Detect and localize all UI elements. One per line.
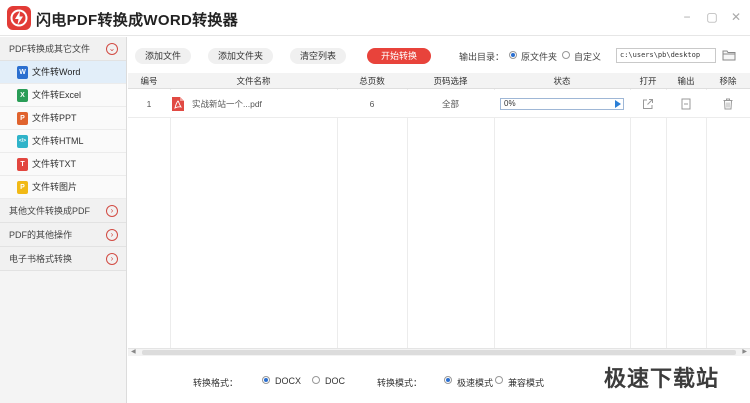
remove-button[interactable] — [706, 90, 750, 118]
sidebar: PDF转换成其它文件 ⌄ W 文件转Word X 文件转Excel P 文件转P… — [0, 37, 127, 403]
horizontal-scrollbar[interactable]: ◀ ▶ — [128, 348, 750, 356]
scrollbar-thumb[interactable] — [142, 350, 736, 355]
sidebar-section-other-to-pdf[interactable]: 其他文件转换成PDF › — [0, 199, 126, 223]
column-divider — [407, 89, 408, 348]
mode-compat-radio[interactable] — [495, 376, 503, 384]
format-doc-radio[interactable] — [312, 376, 320, 384]
maximize-icon[interactable]: ▢ — [705, 10, 719, 24]
title-bar: 闪电PDF转换成WORD转换器 − ▢ ✕ — [0, 0, 750, 36]
sidebar-section-label: 其他文件转换成PDF — [9, 206, 91, 216]
col-remove: 移除 — [719, 76, 737, 86]
sidebar-item-to-word[interactable]: W 文件转Word — [0, 61, 126, 84]
table-row[interactable]: 1 实战新站一个...pdf 6 全部 0% — [128, 90, 750, 118]
image-icon: P — [17, 181, 28, 194]
col-pages: 总页数 — [359, 76, 385, 86]
sidebar-item-to-image[interactable]: P 文件转图片 — [0, 176, 126, 199]
toolbar: 添加文件 添加文件夹 清空列表 开始转换 输出目录： 原文件夹 自定义 c:\u… — [127, 37, 750, 73]
output-button[interactable] — [666, 90, 706, 118]
format-docx-radio[interactable] — [262, 376, 270, 384]
sidebar-item-label: 文件转图片 — [32, 182, 78, 192]
clear-list-button[interactable]: 清空列表 — [290, 48, 347, 64]
col-page-select: 页码选择 — [433, 76, 468, 86]
open-button[interactable] — [630, 90, 666, 118]
mode-fast-radio[interactable] — [444, 376, 452, 384]
chevron-right-icon: › — [106, 205, 118, 217]
txt-icon: T — [17, 158, 28, 171]
format-docx-label: DOCX — [275, 376, 302, 386]
file-table: 编号 文件名称 总页数 页码选择 状态 打开 输出 移除 1 实战新站一个...… — [128, 73, 750, 348]
chevron-right-icon: › — [106, 229, 118, 241]
output-doc-icon — [681, 98, 691, 110]
sidebar-item-to-excel[interactable]: X 文件转Excel — [0, 84, 126, 107]
mode-label: 转换模式： — [377, 378, 423, 388]
col-status: 状态 — [553, 76, 571, 86]
col-output: 输出 — [677, 76, 695, 86]
col-open: 打开 — [639, 76, 657, 86]
minimize-icon[interactable]: − — [680, 10, 694, 24]
sidebar-section-label: PDF的其他操作 — [9, 230, 73, 240]
play-icon[interactable] — [615, 100, 621, 108]
open-external-icon — [643, 99, 653, 109]
sidebar-item-label: 文件转TXT — [32, 159, 76, 169]
mode-fast-label: 极速模式 — [457, 378, 494, 388]
sidebar-item-label: 文件转PPT — [32, 113, 77, 123]
column-divider — [494, 89, 495, 348]
sidebar-item-to-ppt[interactable]: P 文件转PPT — [0, 107, 126, 130]
add-file-button[interactable]: 添加文件 — [135, 48, 192, 64]
output-path-input[interactable]: c:\users\pb\desktop — [616, 48, 716, 63]
trash-icon — [723, 98, 733, 110]
scroll-right-icon[interactable]: ▶ — [742, 349, 747, 356]
mode-compat-label: 兼容模式 — [508, 378, 545, 388]
output-dir-label: 输出目录： — [459, 52, 505, 62]
row-progress-text: 0% — [504, 99, 516, 108]
col-filename: 文件名称 — [236, 76, 271, 86]
col-index: 编号 — [140, 76, 158, 86]
column-divider — [170, 89, 171, 348]
sidebar-section-label: 电子书格式转换 — [9, 254, 73, 264]
sidebar-section-pdf-to-other[interactable]: PDF转换成其它文件 ⌄ — [0, 37, 126, 61]
sidebar-item-to-html[interactable]: </> 文件转HTML — [0, 130, 126, 153]
row-page-select[interactable]: 全部 — [407, 90, 494, 118]
sidebar-item-label: 文件转HTML — [32, 136, 84, 146]
watermark: 极速下载站 — [604, 367, 720, 392]
folder-icon[interactable] — [722, 49, 736, 61]
scroll-left-icon[interactable]: ◀ — [131, 349, 136, 356]
output-custom-label: 自定义 — [574, 52, 602, 62]
chevron-down-icon: ⌄ — [106, 43, 118, 55]
column-divider — [630, 89, 631, 348]
column-divider — [337, 89, 338, 348]
excel-icon: X — [17, 89, 28, 102]
app-logo-icon — [7, 6, 31, 30]
output-source-radio[interactable] — [509, 51, 517, 59]
start-convert-button[interactable]: 开始转换 — [367, 48, 432, 64]
ppt-icon: P — [17, 112, 28, 125]
chevron-right-icon: › — [106, 253, 118, 265]
row-progress-bar: 0% — [500, 98, 624, 110]
column-divider — [706, 89, 707, 348]
format-doc-label: DOC — [325, 376, 345, 386]
row-filename: 实战新站一个...pdf — [192, 99, 262, 109]
format-label: 转换格式： — [193, 378, 239, 388]
sidebar-section-pdf-other-ops[interactable]: PDF的其他操作 › — [0, 223, 126, 247]
close-icon[interactable]: ✕ — [729, 10, 743, 24]
output-source-label: 原文件夹 — [521, 52, 558, 62]
row-pages: 6 — [369, 99, 375, 109]
sidebar-item-label: 文件转Excel — [32, 90, 82, 100]
column-divider — [666, 89, 667, 348]
sidebar-item-label: 文件转Word — [32, 67, 81, 77]
sidebar-section-label: PDF转换成其它文件 — [9, 44, 91, 54]
output-custom-radio[interactable] — [562, 51, 570, 59]
word-icon: W — [17, 66, 28, 79]
pdf-file-icon — [171, 96, 185, 112]
row-index: 1 — [146, 99, 152, 109]
sidebar-section-ebook[interactable]: 电子书格式转换 › — [0, 247, 126, 271]
sidebar-item-to-txt[interactable]: T 文件转TXT — [0, 153, 126, 176]
table-header: 编号 文件名称 总页数 页码选择 状态 打开 输出 移除 — [128, 73, 750, 89]
app-title: 闪电PDF转换成WORD转换器 — [36, 12, 238, 29]
add-folder-button[interactable]: 添加文件夹 — [208, 48, 274, 64]
html-icon: </> — [17, 135, 28, 148]
